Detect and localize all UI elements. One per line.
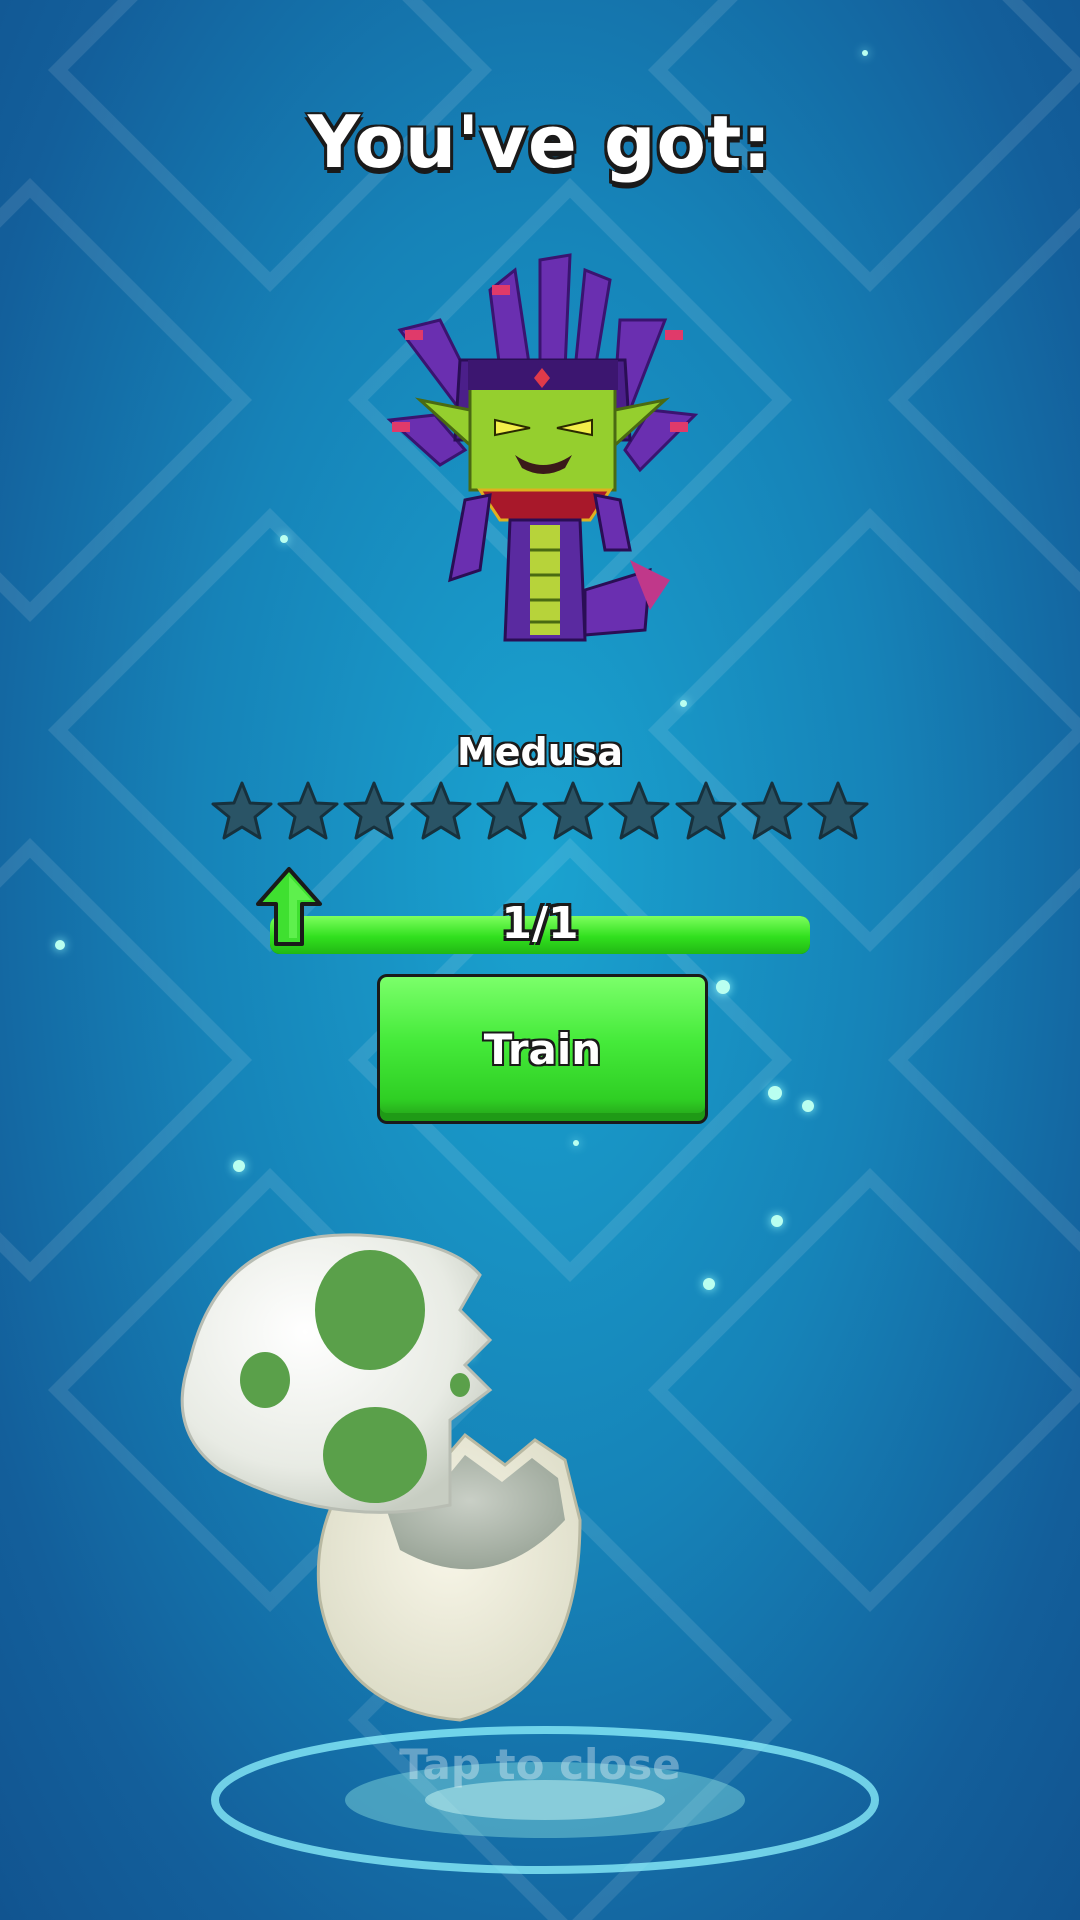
sparkle [771, 1215, 783, 1227]
star-icon [608, 781, 670, 840]
star-icon [410, 781, 472, 840]
glow-ripple-effect [211, 1726, 879, 1874]
monster-name: Medusa [456, 730, 624, 774]
reward-title: You've got: [307, 100, 773, 184]
star-icon [807, 781, 869, 840]
star-icon [675, 781, 737, 840]
star-icon [476, 781, 538, 840]
star-icon [343, 781, 405, 840]
sparkle [233, 1160, 245, 1172]
upgrade-arrow-icon [256, 867, 322, 946]
sparkle [716, 980, 730, 994]
sparkle [280, 535, 288, 543]
sparkle [802, 1100, 814, 1112]
star-icon [741, 781, 803, 840]
star-icon [277, 781, 339, 840]
sparkle [55, 940, 65, 950]
sparkle [680, 700, 687, 707]
cracked-egg-image [180, 1233, 582, 1722]
star-icon [542, 781, 604, 840]
sparkle [573, 1140, 579, 1146]
train-button-label: Train [483, 1024, 602, 1074]
train-button[interactable]: Train [377, 974, 708, 1124]
star-rating [210, 780, 870, 850]
medusa-character-image [386, 253, 699, 642]
tap-to-close-hint[interactable]: Tap to close [0, 1740, 1080, 1789]
star-icon [211, 781, 273, 840]
upgrade-progress-bar: 1/1 [270, 898, 810, 954]
sparkle [768, 1086, 782, 1100]
sparkle [862, 50, 868, 56]
progress-count: 1/1 [501, 898, 579, 949]
